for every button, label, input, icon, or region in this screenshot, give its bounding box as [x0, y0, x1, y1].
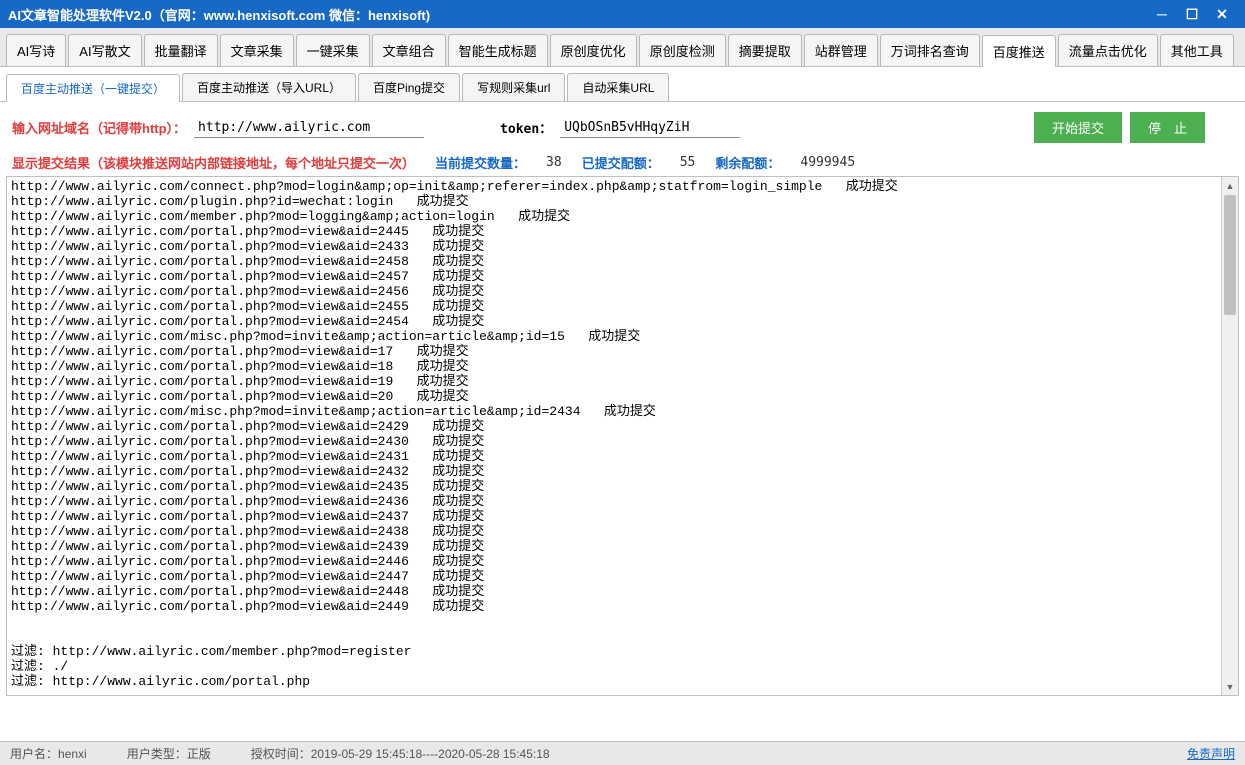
main-tab-1[interactable]: AI写散文	[68, 34, 141, 66]
status-type: 用户类型：正版	[127, 745, 211, 762]
input-row: 输入网址域名（记得带http）： token： 开始提交 停 止	[0, 102, 1245, 149]
token-label: token：	[500, 118, 552, 137]
domain-input[interactable]	[194, 118, 424, 138]
main-tab-13[interactable]: 流量点击优化	[1058, 34, 1158, 66]
main-tab-0[interactable]: AI写诗	[6, 34, 66, 66]
main-tab-12[interactable]: 百度推送	[982, 35, 1056, 67]
submitted-quota-value: 55	[680, 155, 696, 170]
scrollbar-thumb[interactable]	[1224, 195, 1236, 315]
vertical-scrollbar[interactable]: ▲ ▼	[1221, 177, 1238, 695]
log-textarea[interactable]: http://www.ailyric.com/connect.php?mod=l…	[7, 177, 1238, 695]
status-bar: 用户名：henxi 用户类型：正版 授权时间：2019-05-29 15:45:…	[0, 741, 1245, 765]
current-count-value: 38	[546, 155, 562, 170]
status-auth: 授权时间：2019-05-29 15:45:18----2020-05-28 1…	[251, 745, 550, 762]
sub-tab-bar: 百度主动推送（一键提交）百度主动推送（导入URL）百度Ping提交写规则采集ur…	[0, 67, 1245, 102]
main-tab-2[interactable]: 批量翻译	[144, 34, 218, 66]
window-title: AI文章智能处理软件V2.0（官网：www.henxisoft.com 微信：h…	[8, 5, 1147, 24]
status-user: 用户名：henxi	[10, 745, 87, 762]
maximize-button[interactable]: ☐	[1177, 4, 1207, 24]
remain-quota-label: 剩余配额：	[715, 153, 780, 172]
title-bar: AI文章智能处理软件V2.0（官网：www.henxisoft.com 微信：h…	[0, 0, 1245, 28]
disclaimer-link[interactable]: 免责声明	[1187, 745, 1235, 762]
sub-tab-4[interactable]: 自动采集URL	[567, 73, 669, 101]
main-tab-bar: AI写诗AI写散文批量翻译文章采集一键采集文章组合智能生成标题原创度优化原创度检…	[0, 28, 1245, 67]
token-input[interactable]	[560, 118, 740, 138]
main-tab-10[interactable]: 站群管理	[804, 34, 878, 66]
main-tab-11[interactable]: 万词排名查询	[880, 34, 980, 66]
remain-quota-value: 4999945	[800, 155, 855, 170]
sub-tab-0[interactable]: 百度主动推送（一键提交）	[6, 74, 180, 102]
domain-label: 输入网址域名（记得带http）：	[12, 118, 186, 137]
main-tab-9[interactable]: 摘要提取	[728, 34, 802, 66]
main-tab-5[interactable]: 文章组合	[372, 34, 446, 66]
main-tab-6[interactable]: 智能生成标题	[448, 34, 548, 66]
minimize-button[interactable]: ─	[1147, 4, 1177, 24]
sub-tab-2[interactable]: 百度Ping提交	[358, 73, 460, 101]
scroll-up-arrow-icon[interactable]: ▲	[1222, 177, 1238, 194]
scroll-down-arrow-icon[interactable]: ▼	[1222, 678, 1238, 695]
main-tab-3[interactable]: 文章采集	[220, 34, 294, 66]
current-count-label: 当前提交数量：	[435, 153, 526, 172]
result-header: 显示提交结果（该模块推送网站内部链接地址，每个地址只提交一次） 当前提交数量： …	[0, 149, 1245, 176]
main-tab-14[interactable]: 其他工具	[1160, 34, 1234, 66]
main-tab-7[interactable]: 原创度优化	[550, 34, 637, 66]
start-submit-button[interactable]: 开始提交	[1034, 112, 1122, 143]
main-tab-8[interactable]: 原创度检测	[639, 34, 726, 66]
submitted-quota-label: 已提交配额：	[582, 153, 660, 172]
main-tab-4[interactable]: 一键采集	[296, 34, 370, 66]
result-title: 显示提交结果（该模块推送网站内部链接地址，每个地址只提交一次）	[12, 153, 415, 172]
stop-button[interactable]: 停 止	[1130, 112, 1205, 143]
sub-tab-3[interactable]: 写规则采集url	[462, 73, 565, 101]
sub-tab-1[interactable]: 百度主动推送（导入URL）	[182, 73, 356, 101]
close-button[interactable]: ✕	[1207, 4, 1237, 24]
log-container: http://www.ailyric.com/connect.php?mod=l…	[6, 176, 1239, 696]
